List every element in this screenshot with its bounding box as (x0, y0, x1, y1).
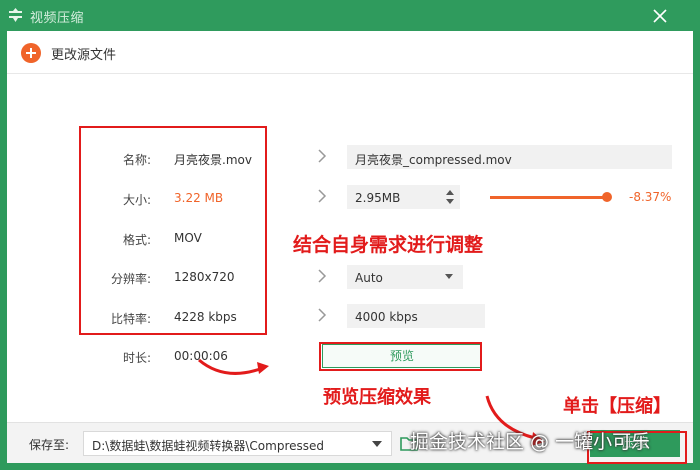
annotation-compress: 单击【压缩】 (563, 396, 671, 417)
annotation-box-source (79, 126, 267, 335)
watermark-text: 掘金技术社区 @ 一罐小可乐 (410, 431, 651, 453)
output-name-field[interactable]: 月亮夜景_compressed.mov (347, 145, 672, 169)
output-resolution-select[interactable]: Auto (347, 265, 463, 289)
chevron-right-icon (318, 189, 327, 203)
size-change-percent: -8.37% (629, 190, 672, 204)
title-bar: 视频压缩 (0, 0, 700, 31)
output-size-stepper[interactable]: 2.95MB (347, 185, 460, 209)
change-source-button[interactable]: 更改源文件 (51, 44, 116, 63)
stepper-up-icon[interactable] (446, 190, 454, 195)
output-name-value: 月亮夜景_compressed.mov (355, 153, 512, 167)
output-resolution-value: Auto (355, 271, 383, 285)
app-icon (9, 8, 22, 22)
dropdown-arrow-icon[interactable] (372, 441, 382, 447)
annotation-preview: 预览压缩效果 (323, 387, 431, 408)
output-bitrate-value: 4000 kbps (355, 310, 418, 324)
output-bitrate-field[interactable]: 4000 kbps (347, 304, 485, 328)
chevron-right-icon (318, 308, 327, 322)
annotation-adjust: 结合自身需求进行调整 (293, 234, 484, 256)
duration-label: 时长: (122, 351, 151, 365)
annotation-box-preview (319, 342, 482, 371)
save-path-field[interactable]: D:\数据蛙\数据蛙视频转换器\Compressed (83, 431, 392, 456)
stepper-down-icon[interactable] (446, 199, 454, 204)
size-slider-track[interactable] (490, 196, 607, 199)
output-size-value: 2.95MB (355, 191, 401, 205)
toolbar: 更改源文件 (7, 31, 693, 74)
window-title: 视频压缩 (30, 11, 85, 26)
save-to-label: 保存至: (29, 438, 70, 452)
chevron-right-icon (318, 269, 327, 283)
size-slider-handle[interactable] (602, 192, 612, 202)
arrow-icon (198, 358, 269, 375)
close-icon[interactable] (652, 8, 668, 24)
dropdown-arrow-icon (445, 274, 453, 279)
add-icon[interactable] (21, 43, 41, 63)
chevron-right-icon (318, 149, 327, 163)
